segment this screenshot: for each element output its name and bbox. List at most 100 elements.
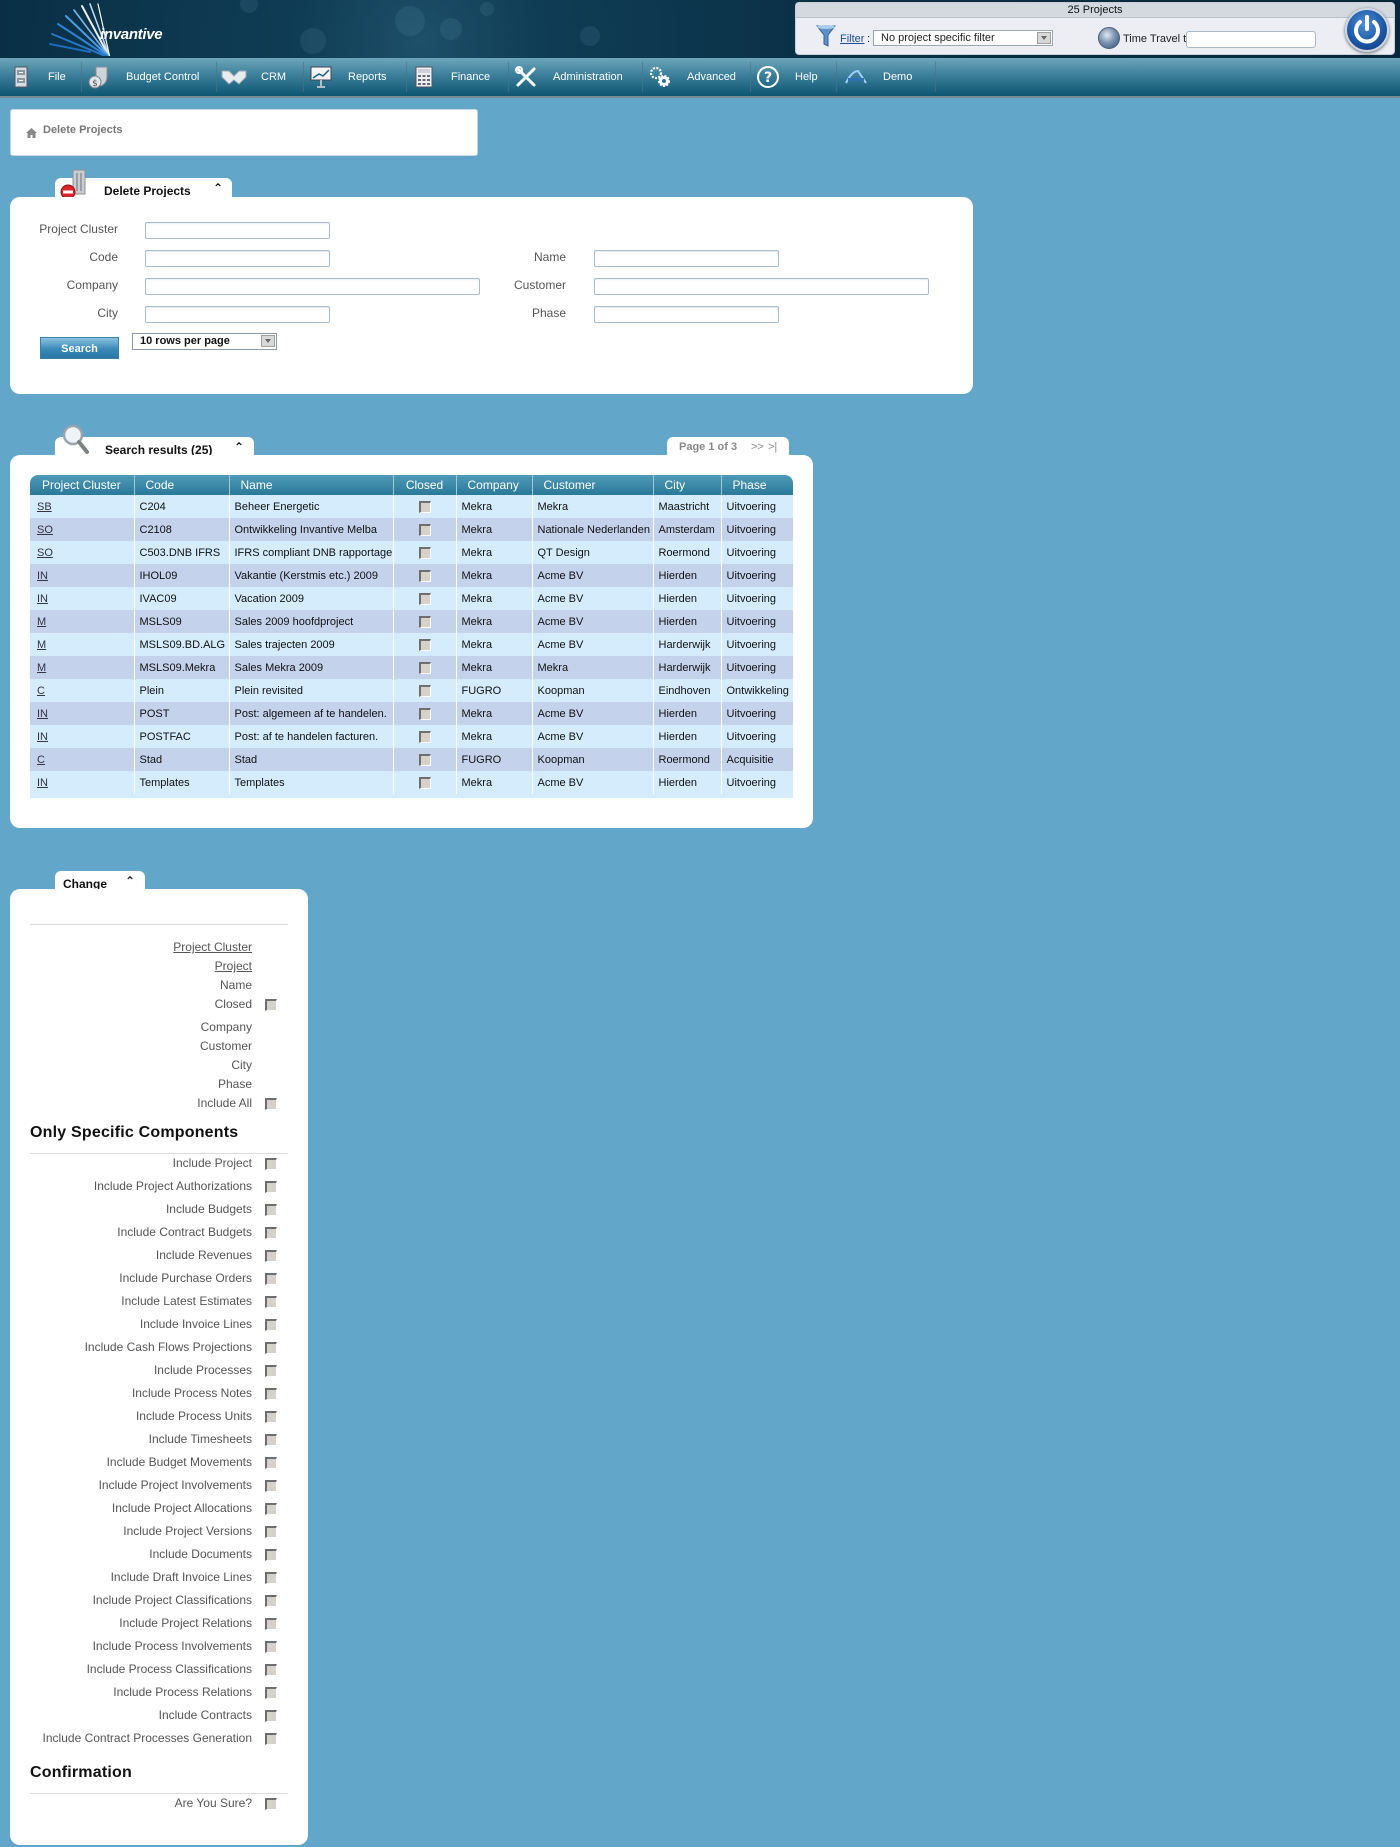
closed-checkbox[interactable]: [418, 661, 431, 674]
project-cluster-link[interactable]: M: [37, 639, 46, 651]
component-option-checkbox[interactable]: [265, 1710, 277, 1722]
change-field-checkbox[interactable]: [265, 1098, 277, 1110]
project-cluster-input[interactable]: [145, 222, 330, 239]
table-row[interactable]: M MSLS09.Mekra Sales Mekra 2009 Mekra Mekra H…: [30, 656, 793, 679]
name-input[interactable]: [594, 250, 779, 267]
column-header-code[interactable]: Code: [134, 475, 230, 495]
collapse-icon[interactable]: ⌃: [213, 181, 223, 195]
component-option-checkbox[interactable]: [265, 1342, 277, 1354]
table-row[interactable]: SO C2108 Ontwikkeling Invantive Melba Mekra…: [30, 518, 793, 541]
project-cluster-link[interactable]: IN: [37, 777, 48, 789]
table-row[interactable]: IN POSTFAC Post: af te handelen facturen. M…: [30, 725, 793, 748]
nav-item-help[interactable]: ? Help: [755, 58, 818, 96]
closed-checkbox[interactable]: [418, 776, 431, 789]
project-cluster-link[interactable]: IN: [37, 593, 48, 605]
component-option-checkbox[interactable]: [265, 1664, 277, 1676]
closed-checkbox[interactable]: [418, 707, 431, 720]
closed-checkbox[interactable]: [418, 569, 431, 582]
closed-checkbox[interactable]: [418, 730, 431, 743]
home-icon[interactable]: [26, 128, 37, 138]
component-option-checkbox[interactable]: [265, 1503, 277, 1515]
project-cluster-link[interactable]: IN: [37, 570, 48, 582]
logout-power-button[interactable]: [1345, 8, 1389, 52]
change-field-link[interactable]: Project Cluster: [173, 940, 252, 954]
project-cluster-link[interactable]: M: [37, 662, 46, 674]
project-cluster-link[interactable]: SB: [37, 501, 52, 513]
invantive-logo[interactable]: invantive: [30, 2, 163, 58]
column-header-city[interactable]: City: [653, 475, 722, 495]
chevron-down-icon[interactable]: [261, 335, 275, 347]
nav-item-finance[interactable]: Finance: [411, 58, 490, 96]
column-header-phase[interactable]: Phase: [721, 475, 793, 495]
are-you-sure-checkbox[interactable]: [265, 1798, 277, 1810]
filter-link[interactable]: Filter: [840, 33, 864, 45]
column-header-name[interactable]: Name: [229, 475, 394, 495]
company-input[interactable]: [145, 278, 480, 295]
component-option-checkbox[interactable]: [265, 1572, 277, 1584]
component-option-checkbox[interactable]: [265, 1273, 277, 1285]
project-filter-select[interactable]: No project specific filter: [873, 30, 1053, 46]
city-input[interactable]: [145, 306, 330, 323]
component-option-checkbox[interactable]: [265, 1641, 277, 1653]
project-cluster-link[interactable]: M: [37, 616, 46, 628]
component-option-checkbox[interactable]: [265, 1204, 277, 1216]
component-option-checkbox[interactable]: [265, 1296, 277, 1308]
closed-checkbox[interactable]: [418, 500, 431, 513]
project-cluster-link[interactable]: IN: [37, 708, 48, 720]
phase-input[interactable]: [594, 306, 779, 323]
component-option-checkbox[interactable]: [265, 1595, 277, 1607]
last-page-link[interactable]: >|: [768, 441, 777, 453]
collapse-icon[interactable]: ⌃: [125, 874, 135, 888]
table-row[interactable]: C Stad Stad FUGRO Koopman Roermond Acquisitie: [30, 748, 793, 771]
project-cluster-link[interactable]: SO: [37, 547, 53, 559]
collapse-icon[interactable]: ⌃: [234, 440, 244, 454]
column-header-closed[interactable]: Closed: [393, 475, 457, 495]
column-header-project-cluster[interactable]: Project Cluster: [30, 475, 135, 495]
table-row[interactable]: SB C204 Beheer Energetic Mekra Mekra Maastric…: [30, 495, 793, 518]
component-option-checkbox[interactable]: [265, 1687, 277, 1699]
component-option-checkbox[interactable]: [265, 1434, 277, 1446]
component-option-checkbox[interactable]: [265, 1618, 277, 1630]
table-row[interactable]: IN IHOL09 Vakantie (Kerstmis etc.) 2009 Mek…: [30, 564, 793, 587]
closed-checkbox[interactable]: [418, 753, 431, 766]
closed-checkbox[interactable]: [418, 592, 431, 605]
closed-checkbox[interactable]: [418, 638, 431, 651]
rows-per-page-select[interactable]: 10 rows per page: [132, 333, 277, 350]
closed-checkbox[interactable]: [418, 523, 431, 536]
nav-item-demo[interactable]: Demo: [843, 58, 912, 96]
table-row[interactable]: M MSLS09 Sales 2009 hoofdproject Mekra Acme …: [30, 610, 793, 633]
project-cluster-link[interactable]: C: [37, 754, 45, 766]
nav-item-budget-control[interactable]: $ Budget Control: [86, 58, 199, 96]
change-field-link[interactable]: Project: [215, 959, 252, 973]
project-cluster-link[interactable]: SO: [37, 524, 53, 536]
column-header-customer[interactable]: Customer: [532, 475, 654, 495]
nav-item-administration[interactable]: Administration: [513, 58, 623, 96]
component-option-checkbox[interactable]: [265, 1549, 277, 1561]
closed-checkbox[interactable]: [418, 684, 431, 697]
component-option-checkbox[interactable]: [265, 1181, 277, 1193]
code-input[interactable]: [145, 250, 330, 267]
table-row[interactable]: M MSLS09.BD.ALG Sales trajecten 2009 Mekra A…: [30, 633, 793, 656]
chevron-down-icon[interactable]: [1037, 32, 1051, 44]
column-header-company[interactable]: Company: [456, 475, 533, 495]
component-option-checkbox[interactable]: [265, 1227, 277, 1239]
closed-checkbox[interactable]: [418, 615, 431, 628]
table-row[interactable]: C Plein Plein revisited FUGRO Koopman Eindhov…: [30, 679, 793, 702]
component-option-checkbox[interactable]: [265, 1480, 277, 1492]
project-cluster-link[interactable]: IN: [37, 731, 48, 743]
component-option-checkbox[interactable]: [265, 1411, 277, 1423]
table-row[interactable]: IN POST Post: algemeen af te handelen. Mekr…: [30, 702, 793, 725]
component-option-checkbox[interactable]: [265, 1365, 277, 1377]
component-option-checkbox[interactable]: [265, 1158, 277, 1170]
nav-item-file[interactable]: File: [8, 58, 66, 96]
component-option-checkbox[interactable]: [265, 1457, 277, 1469]
table-row[interactable]: SO C503.DNB IFRS IFRS compliant DNB rappor…: [30, 541, 793, 564]
closed-checkbox[interactable]: [418, 546, 431, 559]
nav-item-advanced[interactable]: Advanced: [647, 58, 736, 96]
component-option-checkbox[interactable]: [265, 1526, 277, 1538]
component-option-checkbox[interactable]: [265, 1733, 277, 1745]
nav-item-crm[interactable]: CRM: [221, 58, 286, 96]
component-option-checkbox[interactable]: [265, 1319, 277, 1331]
component-option-checkbox[interactable]: [265, 1388, 277, 1400]
component-option-checkbox[interactable]: [265, 1250, 277, 1262]
